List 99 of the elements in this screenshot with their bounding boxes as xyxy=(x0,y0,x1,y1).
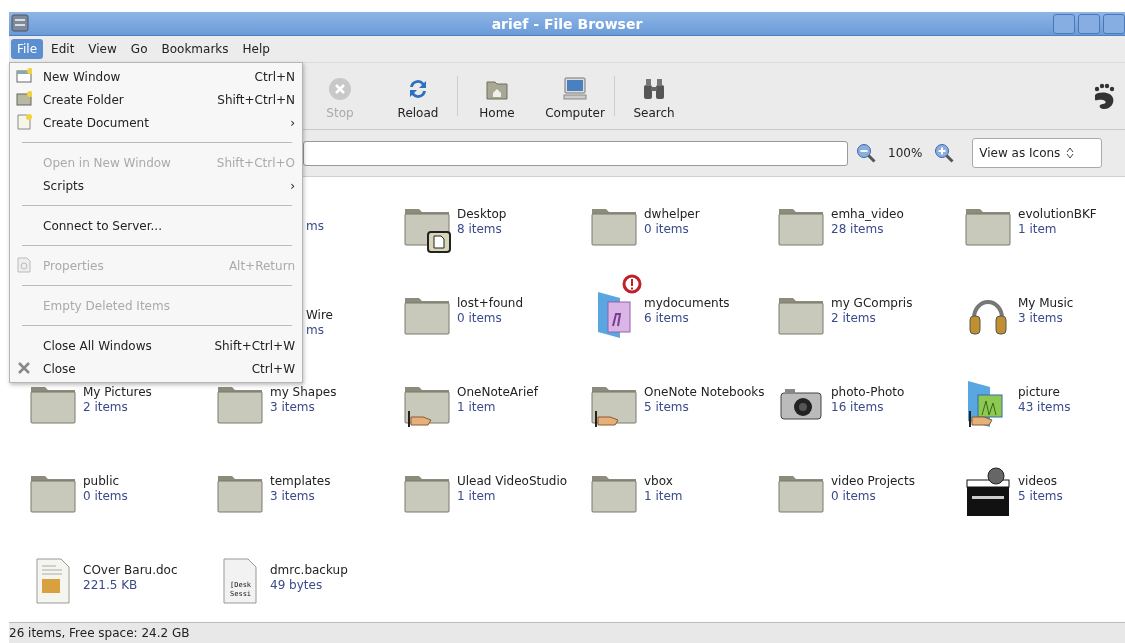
item-count: 3 items xyxy=(1018,311,1064,326)
location-field[interactable] xyxy=(303,140,848,166)
hand-icon xyxy=(968,411,994,427)
file-name[interactable]: Wire xyxy=(306,308,333,323)
shortcut-label: Shift+Ctrl+O xyxy=(216,155,295,170)
toolbar-button[interactable]: Search xyxy=(615,72,693,120)
alert-icon xyxy=(622,274,642,294)
menu-entry[interactable]: New Window Ctrl+N xyxy=(11,65,301,88)
file-name[interactable]: mydocuments xyxy=(644,296,730,311)
file-name[interactable]: OneNoteArief xyxy=(457,385,538,400)
status-bar: 26 items, Free space: 24.2 GB xyxy=(9,622,1125,643)
view-mode-dropdown[interactable]: View as Icons xyxy=(972,138,1103,168)
menu-item[interactable]: Edit xyxy=(45,39,81,59)
document-icon xyxy=(16,114,32,130)
document-icon xyxy=(33,557,73,605)
item-count: 1 item xyxy=(1018,222,1058,237)
item-count: 3 items xyxy=(270,400,316,415)
item-count: 2 items xyxy=(83,400,129,415)
zoom-level: 100% xyxy=(888,146,923,160)
item-count: 1 item xyxy=(644,489,683,504)
shortcut-label: Ctrl+W xyxy=(251,361,295,376)
maximize-button[interactable] xyxy=(1078,14,1100,34)
toolbar-button[interactable]: Home xyxy=(458,72,536,120)
menu-entry[interactable]: Create Document › xyxy=(11,111,301,134)
file-name[interactable]: OneNote Notebooks xyxy=(644,385,765,400)
spinner-icon xyxy=(1066,147,1075,159)
file-name[interactable]: vbox xyxy=(644,474,683,489)
toolbar-button[interactable]: Reload xyxy=(379,72,457,120)
menu-item[interactable]: Bookmarks xyxy=(155,39,235,59)
menu-item[interactable]: Go xyxy=(124,39,154,59)
menu-entry[interactable]: Create Folder Shift+Ctrl+N xyxy=(11,88,301,111)
item-count: 16 items xyxy=(831,400,885,415)
file-name[interactable]: emha_video xyxy=(831,207,904,222)
hand-icon xyxy=(594,411,620,427)
item-count: 0 items xyxy=(644,222,690,237)
note-emblem-icon xyxy=(427,231,451,253)
file-name[interactable]: dmrc.backup xyxy=(270,563,348,578)
file-name[interactable]: templates xyxy=(270,474,331,489)
file-name[interactable]: My Music xyxy=(1018,296,1074,311)
submenu-arrow: › xyxy=(290,115,295,130)
shortcut-label: Shift+Ctrl+N xyxy=(217,92,295,107)
close-icon xyxy=(16,360,32,376)
close-button[interactable] xyxy=(1103,14,1125,34)
menu-item[interactable]: View xyxy=(82,39,123,59)
shortcut-label: Ctrl+N xyxy=(254,69,295,84)
file-name[interactable]: photo-Photo xyxy=(831,385,905,400)
menu-item[interactable]: Help xyxy=(236,39,276,59)
item-count: 1 item xyxy=(457,400,497,415)
binoculars-icon xyxy=(641,76,667,102)
shortcut-label: Alt+Return xyxy=(228,258,295,273)
item-count: 6 items xyxy=(644,311,690,326)
file-name[interactable]: videos xyxy=(1018,474,1063,489)
file-name[interactable]: picture xyxy=(1018,385,1071,400)
file-name[interactable]: lost+found xyxy=(457,296,524,311)
menu-entry[interactable]: Connect to Server... xyxy=(11,214,301,237)
zoom-out-icon[interactable] xyxy=(856,143,876,163)
menu-entry[interactable]: Close Ctrl+W xyxy=(11,357,301,380)
file-name[interactable]: my GCompris xyxy=(831,296,913,311)
item-count: 0 items xyxy=(457,311,503,326)
window-title: arief - File Browser xyxy=(491,15,643,32)
file-name[interactable]: COver Baru.doc xyxy=(83,563,178,578)
file-name[interactable]: video Projects xyxy=(831,474,915,489)
item-count: 0 items xyxy=(831,489,877,504)
properties-icon xyxy=(16,257,32,273)
item-count: 1 item xyxy=(457,489,497,504)
item-count: 5 items xyxy=(1018,489,1063,504)
item-count: 43 items xyxy=(1018,400,1071,415)
item-count: 8 items xyxy=(457,222,503,237)
zoom-in-icon[interactable] xyxy=(934,143,955,163)
minimize-button[interactable] xyxy=(1053,14,1075,34)
file-name[interactable]: evolutionBKF xyxy=(1018,207,1097,222)
menu-entry[interactable]: Scripts › xyxy=(11,174,301,197)
new-window-icon xyxy=(16,68,32,84)
item-count: 221.5 KB xyxy=(83,578,139,593)
text-file-icon xyxy=(220,557,260,605)
file-name[interactable]: Ulead VideoStudio xyxy=(457,474,568,489)
submenu-arrow: › xyxy=(290,178,295,193)
item-count: 3 items xyxy=(270,489,316,504)
file-name[interactable]: my Shapes xyxy=(270,385,337,400)
toolbar-button[interactable]: Computer xyxy=(536,72,614,120)
item-count: 5 items xyxy=(644,400,690,415)
file-name[interactable]: public xyxy=(83,474,128,489)
item-count: ms xyxy=(306,219,324,234)
stop-icon xyxy=(327,76,353,102)
clapperboard-icon xyxy=(964,466,1012,518)
item-count: 49 bytes xyxy=(270,578,324,593)
file-name[interactable]: Desktop xyxy=(457,207,507,222)
menu-entry[interactable]: Close All Windows Shift+Ctrl+W xyxy=(11,334,301,357)
computer-icon xyxy=(562,76,588,102)
folder-icon xyxy=(16,91,32,107)
file-name[interactable]: My Pictures xyxy=(83,385,152,400)
shortcut-label: Shift+Ctrl+W xyxy=(214,338,295,353)
file-name[interactable]: dwhelper xyxy=(644,207,700,222)
hand-icon xyxy=(407,411,433,427)
window-menu-icon[interactable] xyxy=(11,14,29,32)
item-count: 0 items xyxy=(83,489,128,504)
item-count: 2 items xyxy=(831,311,877,326)
item-count: 28 items xyxy=(831,222,885,237)
item-count: ms xyxy=(306,323,325,338)
